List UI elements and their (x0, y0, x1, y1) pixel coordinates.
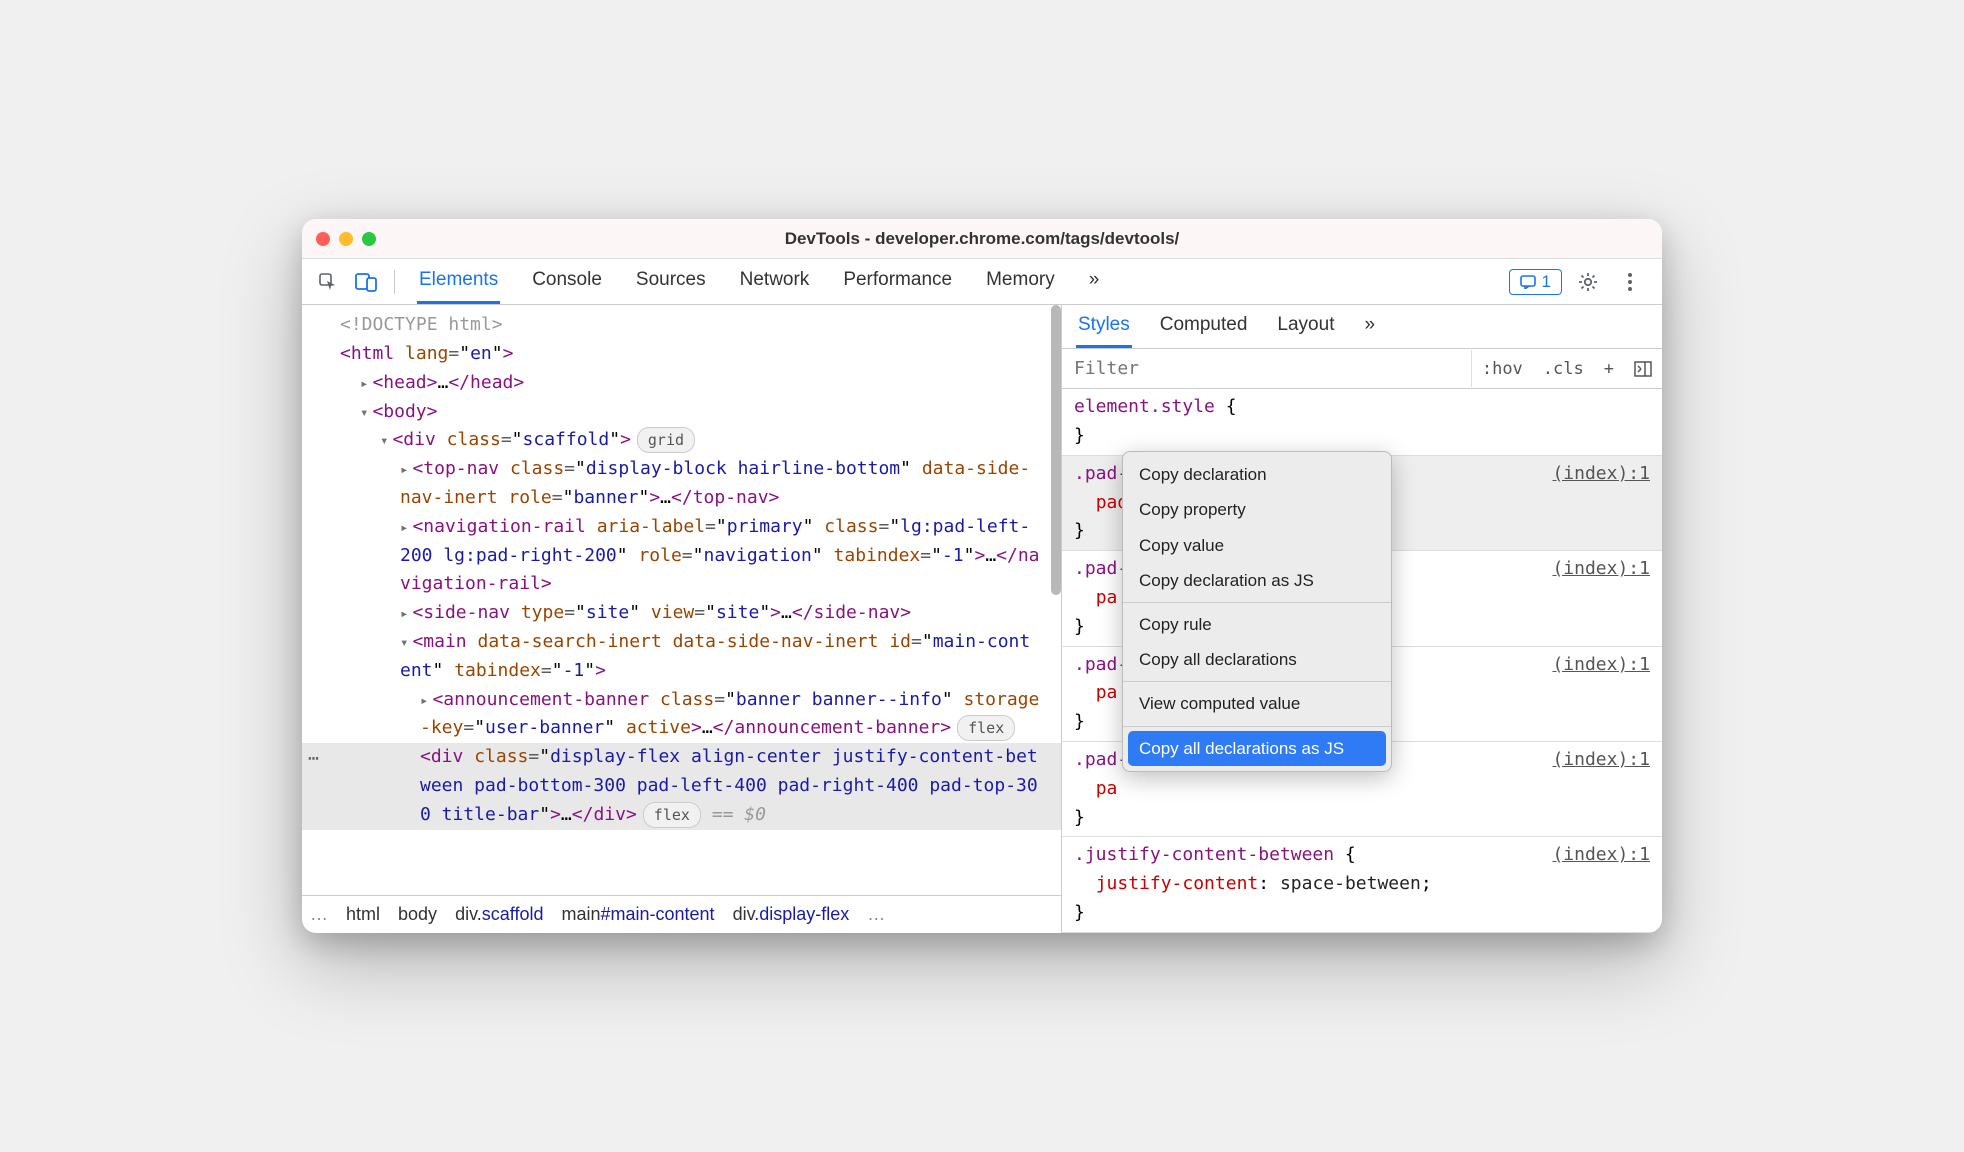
crumb-html[interactable]: html (346, 904, 380, 925)
context-menu-item[interactable]: Copy rule (1123, 607, 1391, 642)
minimize-window-button[interactable] (339, 232, 353, 246)
main-toolbar: Elements Console Sources Network Perform… (302, 259, 1662, 305)
tab-console[interactable]: Console (530, 259, 604, 304)
sidebar-toggle-icon[interactable] (1624, 361, 1662, 377)
traffic-lights (316, 232, 376, 246)
new-rule-button[interactable]: + (1594, 359, 1624, 379)
doctype: <!DOCTYPE html> (340, 314, 503, 335)
styles-filter-input[interactable] (1062, 350, 1472, 387)
css-rule[interactable]: (index):1.justify-content-between { just… (1062, 837, 1662, 932)
tab-overflow[interactable]: » (1087, 259, 1102, 304)
context-menu-separator (1123, 681, 1391, 682)
context-menu-item[interactable]: Copy property (1123, 492, 1391, 527)
maximize-window-button[interactable] (362, 232, 376, 246)
main-tabs: Elements Console Sources Network Perform… (417, 259, 1503, 304)
crumb-div[interactable]: div.display-flex (733, 904, 850, 925)
dom-tree[interactable]: <!DOCTYPE html> <html lang="en"> <head>…… (302, 305, 1061, 895)
dollar-zero: == $0 (712, 804, 766, 825)
top-nav-tag[interactable]: <top-nav class="display-block hairline-b… (302, 455, 1061, 513)
context-menu: Copy declarationCopy propertyCopy valueC… (1122, 451, 1392, 772)
elements-panel: <!DOCTYPE html> <html lang="en"> <head>…… (302, 305, 1062, 933)
flex-badge[interactable]: flex (643, 802, 701, 828)
rule-source-link[interactable]: (index):1 (1552, 746, 1650, 775)
styles-sub-tabs: Styles Computed Layout » (1062, 305, 1662, 349)
styles-panel: Styles Computed Layout » :hov .cls + ele… (1062, 305, 1662, 933)
rule-source-link[interactable]: (index):1 (1552, 460, 1650, 489)
rule-source-link[interactable]: (index):1 (1552, 841, 1650, 870)
breadcrumb: … html body div.scaffold main#main-conte… (302, 895, 1061, 933)
tab-styles[interactable]: Styles (1076, 305, 1132, 348)
messages-button[interactable]: 1 (1509, 269, 1562, 295)
crumb-scaffold[interactable]: div.scaffold (455, 904, 543, 925)
head-tag[interactable]: <head>…</head> (302, 369, 1061, 398)
body-tag[interactable]: <body> (302, 398, 1061, 427)
context-menu-item[interactable]: Copy all declarations (1123, 642, 1391, 677)
styles-rules[interactable]: element.style {}(index):1.pad-left-400 {… (1062, 389, 1662, 933)
tab-performance[interactable]: Performance (841, 259, 954, 304)
css-rule[interactable]: element.style {} (1062, 389, 1662, 456)
context-menu-separator (1123, 602, 1391, 603)
side-nav-tag[interactable]: <side-nav type="site" view="site">…</sid… (302, 599, 1061, 628)
more-icon[interactable] (1614, 266, 1646, 298)
tab-sources[interactable]: Sources (634, 259, 708, 304)
tab-memory[interactable]: Memory (984, 259, 1057, 304)
context-menu-item[interactable]: Copy all declarations as JS (1128, 731, 1386, 766)
breadcrumb-overflow-left[interactable]: … (310, 904, 328, 925)
devtools-window: DevTools - developer.chrome.com/tags/dev… (302, 219, 1662, 933)
hov-button[interactable]: :hov (1472, 359, 1533, 379)
flex-badge[interactable]: flex (957, 715, 1015, 741)
grid-badge[interactable]: grid (637, 427, 695, 453)
tab-network[interactable]: Network (738, 259, 812, 304)
navigation-rail-tag[interactable]: <navigation-rail aria-label="primary" cl… (302, 513, 1061, 599)
messages-count: 1 (1542, 272, 1551, 292)
tab-overflow[interactable]: » (1362, 305, 1377, 348)
window-title: DevTools - developer.chrome.com/tags/dev… (302, 229, 1662, 249)
context-menu-item[interactable]: Copy declaration as JS (1123, 563, 1391, 598)
gear-icon[interactable] (1572, 266, 1604, 298)
titlebar: DevTools - developer.chrome.com/tags/dev… (302, 219, 1662, 259)
breadcrumb-overflow-right[interactable]: … (867, 904, 885, 925)
context-menu-item[interactable]: View computed value (1123, 686, 1391, 721)
cls-button[interactable]: .cls (1533, 359, 1594, 379)
selected-div-tag[interactable]: <div class="display-flex align-center ju… (302, 743, 1061, 829)
close-window-button[interactable] (316, 232, 330, 246)
crumb-main[interactable]: main#main-content (561, 904, 714, 925)
inspect-element-icon[interactable] (312, 266, 344, 298)
crumb-body[interactable]: body (398, 904, 437, 925)
tab-computed[interactable]: Computed (1158, 305, 1250, 348)
rule-source-link[interactable]: (index):1 (1552, 555, 1650, 584)
html-tag[interactable]: <html lang="en"> (302, 340, 1061, 369)
context-menu-separator (1123, 726, 1391, 727)
tab-layout[interactable]: Layout (1275, 305, 1336, 348)
toolbar-divider (394, 270, 395, 294)
announcement-banner-tag[interactable]: <announcement-banner class="banner banne… (302, 686, 1061, 744)
rule-source-link[interactable]: (index):1 (1552, 651, 1650, 680)
context-menu-item[interactable]: Copy value (1123, 528, 1391, 563)
device-toggle-icon[interactable] (350, 266, 382, 298)
main-tag[interactable]: <main data-search-inert data-side-nav-in… (302, 628, 1061, 686)
context-menu-item[interactable]: Copy declaration (1123, 457, 1391, 492)
scaffold-div[interactable]: <div class="scaffold">grid (302, 426, 1061, 455)
styles-filter-row: :hov .cls + (1062, 349, 1662, 389)
tab-elements[interactable]: Elements (417, 259, 500, 304)
scrollbar-thumb[interactable] (1051, 305, 1061, 595)
